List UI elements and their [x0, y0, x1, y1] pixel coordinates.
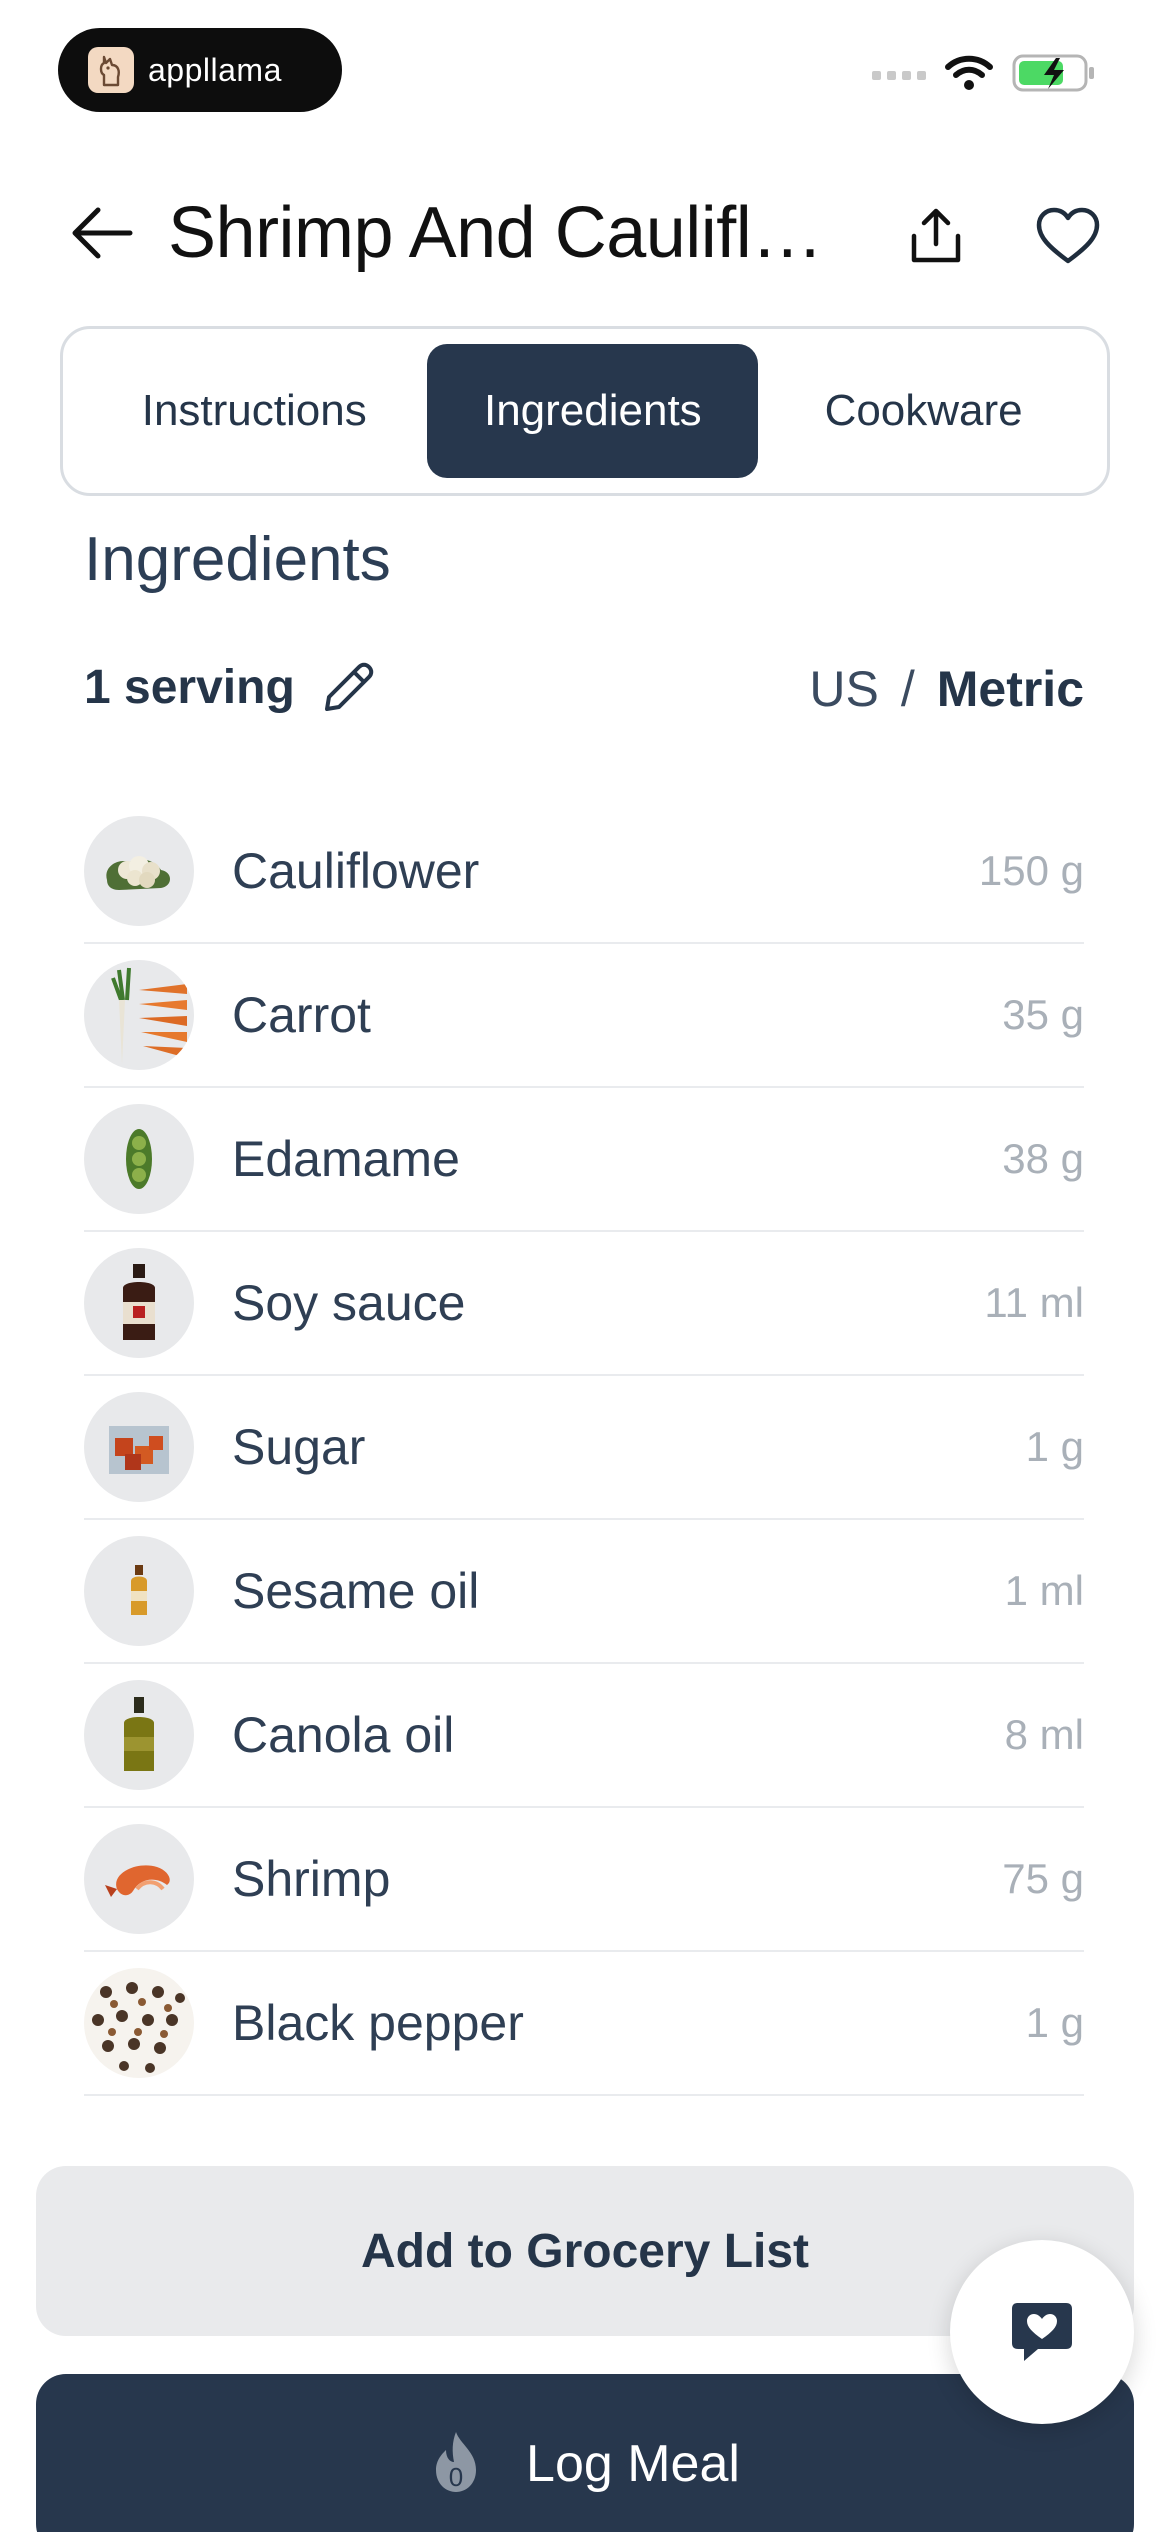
ingredient-quantity: 1 g — [1025, 1999, 1084, 2046]
unit-toggle: US / Metric — [809, 660, 1084, 718]
unit-us-option[interactable]: US — [809, 660, 878, 718]
ingredient-name: Soy sauce — [232, 1275, 466, 1331]
list-item[interactable]: Sugar 1 g — [84, 1376, 1084, 1520]
ingredient-name: Sesame oil — [232, 1563, 480, 1619]
log-meal-label: Log Meal — [526, 2435, 740, 2493]
flame-count: 0 — [449, 2462, 463, 2492]
list-item[interactable]: Canola oil 8 ml — [84, 1664, 1084, 1808]
ingredient-quantity: 150 g — [978, 847, 1084, 894]
ingredient-name: Carrot — [232, 987, 371, 1043]
heart-icon — [1036, 207, 1100, 264]
recipe-tabs: Instructions Ingredients Cookware — [60, 326, 1110, 496]
flame-icon: 0 — [436, 2432, 477, 2492]
wifi-icon — [944, 54, 994, 97]
cauliflower-icon — [84, 816, 194, 926]
ingredient-quantity: 8 ml — [1004, 1711, 1084, 1758]
section-title: Ingredients — [84, 525, 391, 594]
ingredient-quantity: 35 g — [1002, 991, 1084, 1038]
battery-charging-icon — [1012, 52, 1096, 99]
tab-instructions[interactable]: Instructions — [81, 344, 427, 478]
ingredient-quantity: 38 g — [1002, 1135, 1084, 1182]
back-button[interactable] — [64, 200, 140, 266]
ingredient-name: Sugar — [232, 1419, 366, 1475]
list-item[interactable]: Soy sauce 11 ml — [84, 1232, 1084, 1376]
app-brand-label: appllama — [148, 51, 282, 88]
list-item[interactable]: Shrimp 75 g — [84, 1808, 1084, 1952]
ingredient-quantity: 75 g — [1002, 1855, 1084, 1902]
system-status-icons — [872, 52, 1096, 99]
ingredient-quantity: 11 ml — [984, 1279, 1084, 1326]
carrot-icon — [84, 960, 194, 1070]
unit-metric-option[interactable]: Metric — [937, 660, 1084, 718]
list-item[interactable]: Cauliflower 150 g — [84, 800, 1084, 944]
ingredient-name: Edamame — [232, 1131, 460, 1187]
sesame-oil-icon — [84, 1536, 194, 1646]
canola-oil-icon — [84, 1680, 194, 1790]
list-item[interactable]: Carrot 35 g — [84, 944, 1084, 1088]
arrow-left-icon — [72, 207, 133, 259]
black-pepper-icon — [84, 1968, 194, 2078]
list-item[interactable]: Edamame 38 g — [84, 1088, 1084, 1232]
ingredient-list: Cauliflower 150 g Carrot 35 g Edamame 38… — [84, 800, 1084, 2096]
unit-separator: / — [900, 661, 915, 717]
tab-cookware[interactable]: Cookware — [758, 344, 1089, 478]
list-item[interactable]: Black pepper 1 g — [84, 1952, 1084, 2096]
ingredient-name: Shrimp — [232, 1851, 391, 1907]
soy-sauce-icon — [84, 1248, 194, 1358]
ingredient-name: Cauliflower — [232, 843, 480, 899]
llama-logo-icon — [88, 47, 134, 93]
favorite-button[interactable] — [1030, 198, 1106, 274]
serving-size-label: 1 serving — [84, 661, 295, 714]
serving-row: 1 serving US / Metric — [84, 656, 1084, 726]
chat-heart-icon — [1012, 2303, 1072, 2361]
sugar-icon — [84, 1392, 194, 1502]
log-meal-button[interactable]: 0 Log Meal — [36, 2374, 1134, 2532]
ingredient-quantity: 1 ml — [1004, 1567, 1084, 1614]
edamame-icon — [84, 1104, 194, 1214]
ingredient-quantity: 1 g — [1025, 1423, 1084, 1470]
ingredient-name: Canola oil — [232, 1707, 455, 1763]
pencil-icon — [325, 662, 374, 711]
recipe-header: Shrimp And Cauliflo... — [0, 180, 1170, 290]
status-bar: appllama — [0, 0, 1170, 140]
list-item[interactable]: Sesame oil 1 ml — [84, 1520, 1084, 1664]
share-button[interactable] — [898, 198, 974, 274]
signal-dots-icon — [872, 71, 926, 80]
chat-button[interactable] — [950, 2240, 1134, 2424]
share-icon — [911, 208, 961, 263]
page-title: Shrimp And Cauliflo... — [168, 193, 848, 273]
shrimp-icon — [84, 1824, 194, 1934]
tab-ingredients[interactable]: Ingredients — [427, 344, 759, 478]
app-indicator-pill[interactable]: appllama — [58, 28, 342, 112]
edit-serving-button[interactable] — [316, 656, 380, 720]
ingredient-name: Black pepper — [232, 1995, 524, 2051]
